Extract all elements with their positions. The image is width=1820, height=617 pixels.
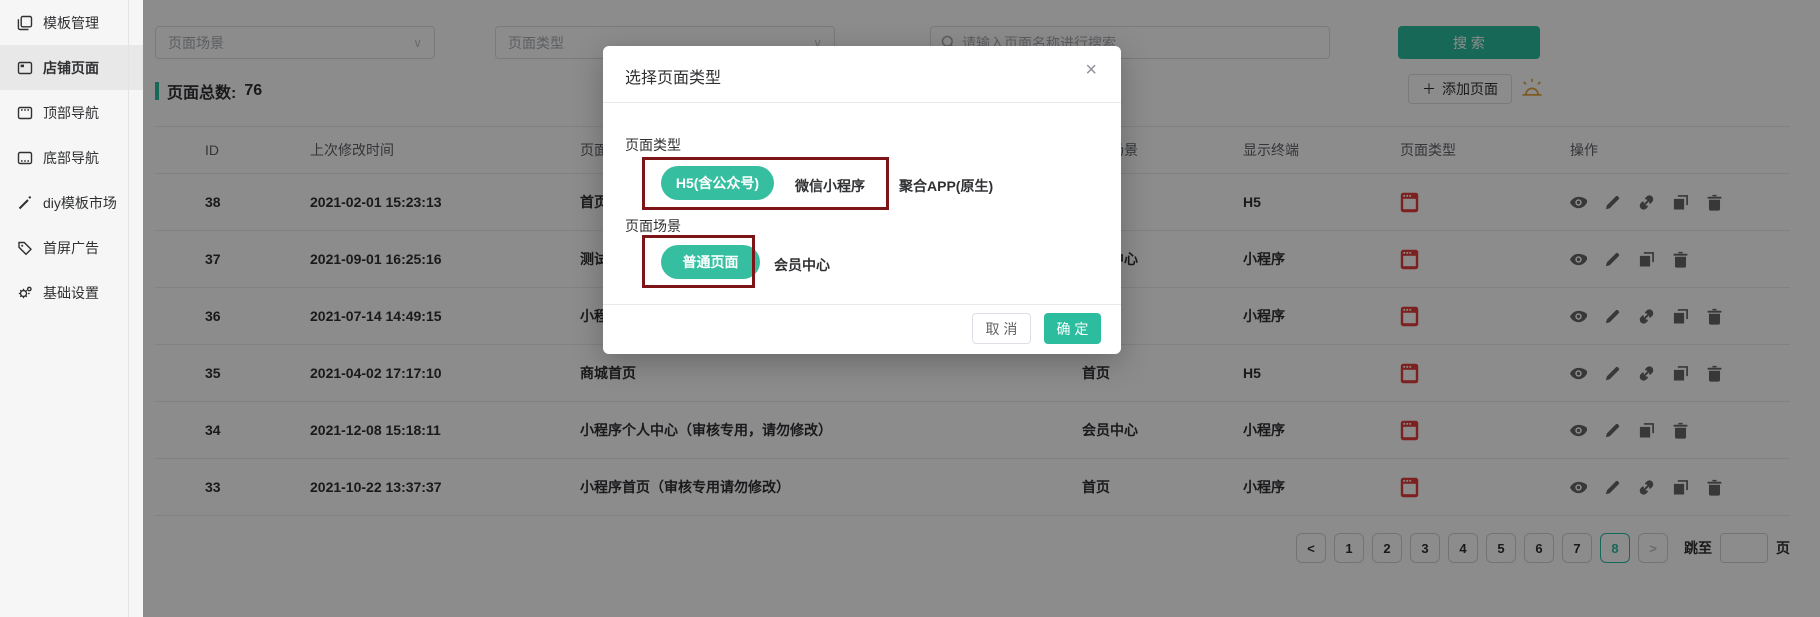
sidebar-item-top-nav[interactable]: 顶部导航 — [0, 90, 143, 135]
sidebar-item-label: 首屏广告 — [43, 238, 99, 258]
confirm-button[interactable]: 确 定 — [1044, 313, 1101, 344]
magic-wand-icon — [17, 195, 33, 211]
sidebar-item-label: 基础设置 — [43, 283, 99, 303]
option-member-center[interactable]: 会员中心 — [774, 255, 830, 275]
sidebar-item-splash-ad[interactable]: 首屏广告 — [0, 225, 143, 270]
sidebar-item-diy-market[interactable]: diy模板市场 — [0, 180, 143, 225]
option-wechat-miniprogram[interactable]: 微信小程序 — [795, 176, 865, 196]
bottom-nav-icon — [17, 150, 33, 166]
select-page-type-modal: 选择页面类型 × 页面类型 H5(含公众号) 微信小程序 聚合APP(原生) 页… — [603, 46, 1121, 354]
sidebar-item-shop-pages[interactable]: 店铺页面 — [0, 45, 143, 90]
sidebar-item-bottom-nav[interactable]: 底部导航 — [0, 135, 143, 180]
shop-page-icon — [17, 60, 33, 76]
sidebar-item-label: 店铺页面 — [43, 58, 99, 78]
close-icon[interactable]: × — [1085, 60, 1097, 80]
sidebar-item-label: 模板管理 — [43, 13, 99, 33]
modal-title: 选择页面类型 — [625, 64, 721, 88]
sidebar: 模板管理 店铺页面 顶部导航 底部导航 diy模板市场 首屏广告 基础设置 — [0, 0, 143, 617]
option-hybrid-app[interactable]: 聚合APP(原生) — [899, 176, 993, 196]
sidebar-item-label: diy模板市场 — [43, 193, 117, 213]
divider — [603, 102, 1121, 103]
sidebar-item-label: 底部导航 — [43, 148, 99, 168]
page-type-label: 页面类型 — [625, 135, 681, 155]
sidebar-item-basic-settings[interactable]: 基础设置 — [0, 270, 143, 315]
ad-tag-icon — [17, 240, 33, 256]
gear-icon — [17, 285, 33, 301]
option-normal-page[interactable]: 普通页面 — [661, 245, 760, 279]
top-nav-icon — [17, 105, 33, 121]
sidebar-item-label: 顶部导航 — [43, 103, 99, 123]
templates-icon — [17, 15, 33, 31]
sidebar-item-template-manage[interactable]: 模板管理 — [0, 0, 143, 45]
page-manager-app: 模板管理 店铺页面 顶部导航 底部导航 diy模板市场 首屏广告 基础设置 页面… — [0, 0, 1820, 617]
cancel-button[interactable]: 取 消 — [972, 313, 1031, 344]
page-scene-label: 页面场景 — [625, 216, 681, 236]
divider — [603, 304, 1121, 305]
option-h5[interactable]: H5(含公众号) — [661, 166, 774, 200]
